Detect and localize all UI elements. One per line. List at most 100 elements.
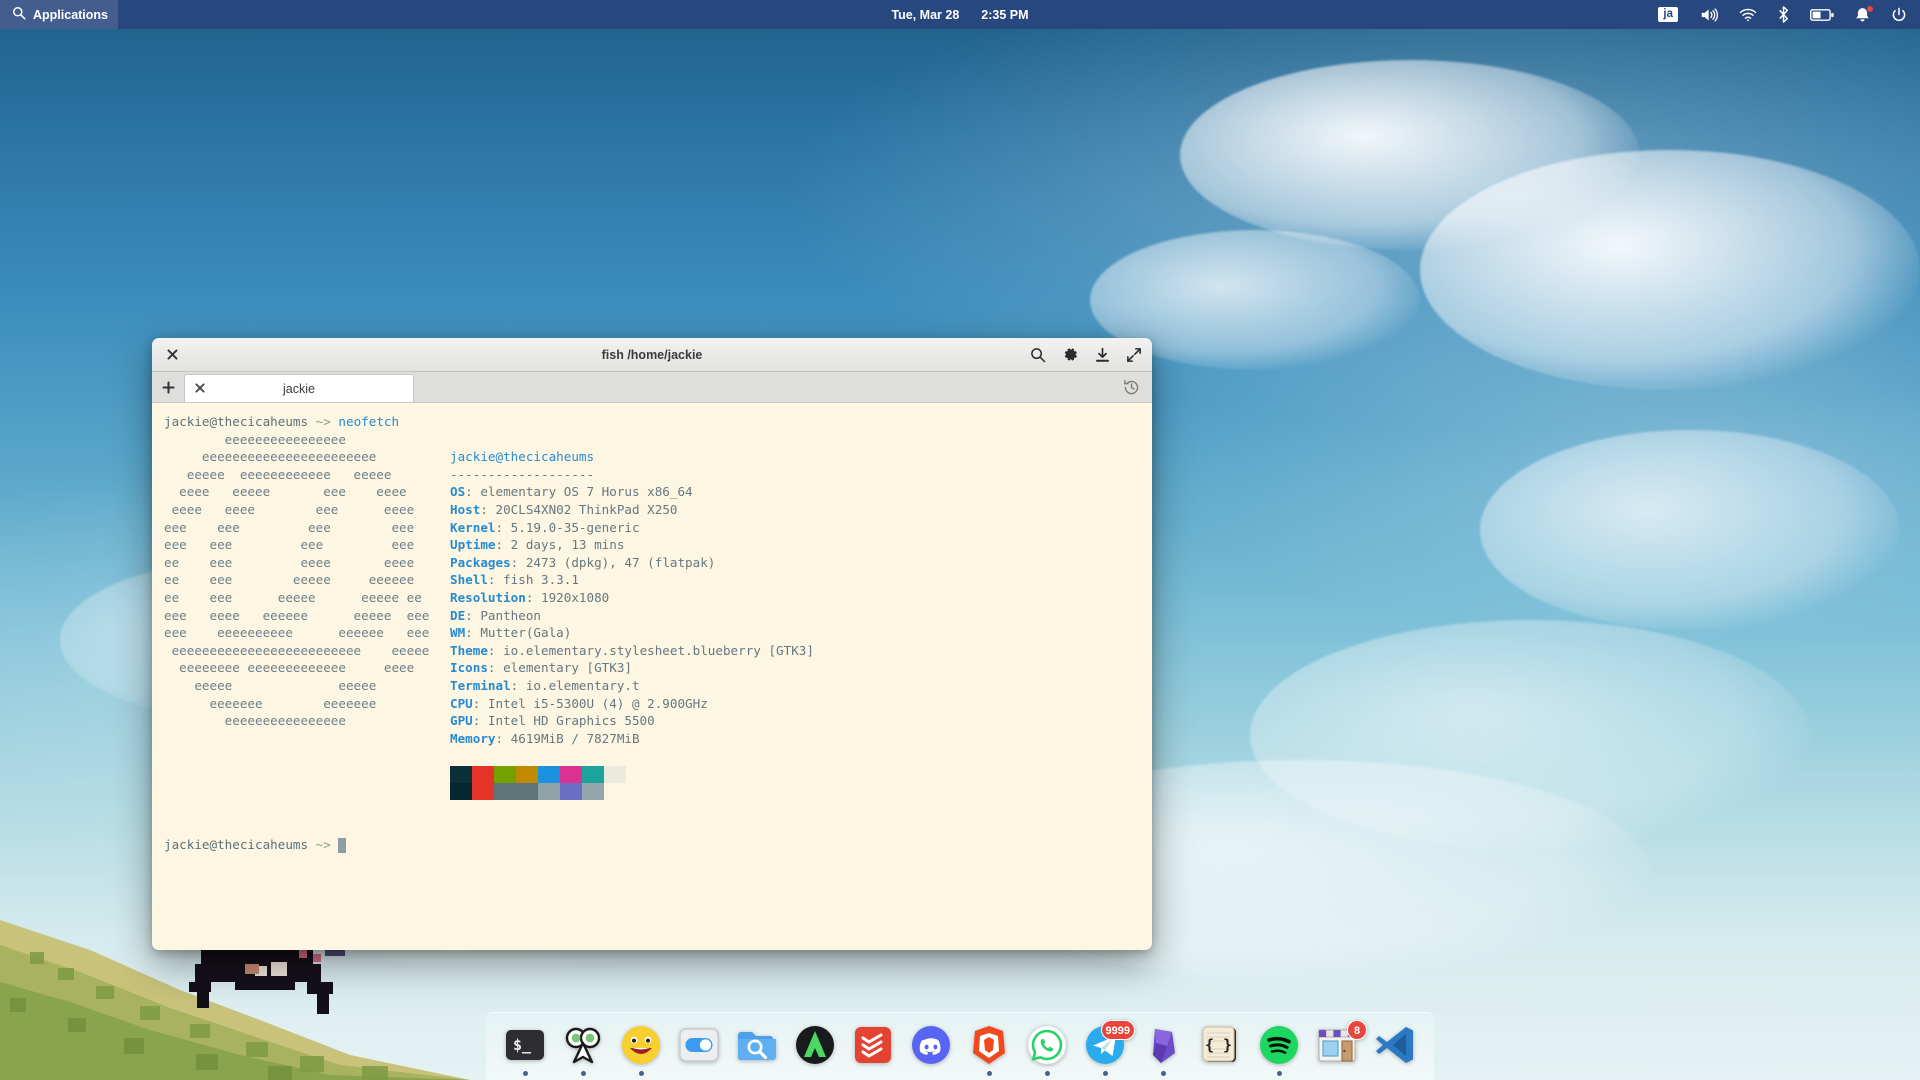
keyboard-layout-label: ja (1658, 6, 1678, 23)
dock-item-spotify[interactable] (1256, 1018, 1302, 1076)
plus-icon[interactable] (152, 372, 184, 402)
neofetch-field-key: OS (450, 484, 466, 500)
terminal-titlebar[interactable]: fish /home/jackie (152, 338, 1152, 372)
neofetch-field-value: : Intel i5-5300U (4) @ 2.900GHz (472, 695, 708, 711)
titlebar-actions (1030, 346, 1142, 363)
panel-time: 2:35 PM (981, 7, 1029, 22)
dock-item-whatsapp[interactable] (1024, 1018, 1070, 1076)
neofetch-field: Terminal: io.elementary.t (450, 677, 1152, 695)
block-cursor (337, 837, 346, 853)
volume-high-icon[interactable] (1693, 0, 1726, 29)
appcenter-icon: 8 (1315, 1020, 1367, 1067)
power-icon[interactable] (1884, 0, 1914, 29)
neofetch-field: Kernel: 5.19.0-35-generic (450, 519, 1152, 537)
close-icon[interactable] (163, 346, 181, 364)
search-icon[interactable] (1030, 347, 1046, 363)
palette-swatch (560, 766, 582, 784)
neofetch-field-value: : 5.19.0-35-generic (495, 519, 640, 535)
typed-command: neofetch (338, 414, 400, 429)
neofetch-field-key: GPU (450, 713, 473, 729)
neofetch-field-value: : Intel HD Graphics 5500 (472, 713, 655, 729)
spotify-icon (1257, 1023, 1301, 1067)
braces-icon: { } (1199, 1023, 1243, 1067)
palette-row-bright (450, 766, 1152, 784)
neofetch-field-key: Kernel (450, 519, 496, 535)
palette-swatch (450, 766, 472, 784)
folder-search-icon (735, 1023, 779, 1067)
dock-item-gem-app[interactable] (1140, 1018, 1186, 1076)
terminal-window: fish /home/jackie jackie jackie@thecicah… (152, 338, 1152, 950)
brave-icon (967, 1023, 1011, 1067)
neofetch-field-key: Shell (450, 572, 488, 588)
gear-icon[interactable] (1062, 346, 1079, 363)
neofetch-field: Memory: 4619MiB / 7827MiB (450, 730, 1152, 748)
neofetch-field-value: : elementary OS 7 Horus x86_64 (465, 484, 693, 500)
cloud (1480, 430, 1900, 630)
dock-item-appcenter[interactable]: 8 (1314, 1018, 1367, 1076)
applications-label: Applications (33, 7, 109, 22)
dock-item-todoist[interactable] (850, 1018, 896, 1076)
dock-item-discord[interactable] (908, 1018, 954, 1076)
neofetch-field-value: : Pantheon (465, 607, 541, 623)
download-icon[interactable] (1095, 347, 1110, 363)
close-icon[interactable] (195, 382, 205, 395)
neofetch-field-key: Terminal (450, 677, 511, 693)
dock-item-telegram[interactable]: 9999 (1082, 1018, 1135, 1076)
search-icon (12, 6, 26, 23)
neofetch-field-key: CPU (450, 695, 473, 711)
wifi-icon[interactable] (1732, 0, 1764, 29)
palette-swatch (472, 783, 494, 801)
neofetch-color-palette (450, 766, 1152, 801)
neofetch-field-value: : fish 3.3.1 (487, 572, 579, 588)
dock-item-brave[interactable] (966, 1018, 1012, 1076)
neofetch-field-value: : 2 days, 13 mins (495, 537, 625, 553)
neofetch-field: WM: Mutter(Gala) (450, 624, 1152, 642)
owl-icon (561, 1023, 605, 1067)
neofetch-user-host: jackie@thecicaheums (450, 449, 595, 465)
palette-swatch (450, 783, 472, 801)
applications-menu-button[interactable]: Applications (0, 0, 119, 29)
todoist-icon (851, 1023, 895, 1067)
discord-icon (909, 1023, 953, 1067)
dock-item-nordvpn[interactable] (792, 1018, 838, 1076)
palette-swatch (604, 783, 626, 801)
palette-swatch (516, 766, 538, 784)
battery-half-icon[interactable] (1803, 0, 1841, 29)
notifications-indicator[interactable] (1847, 0, 1878, 29)
dock-item-files[interactable] (734, 1018, 780, 1076)
panel-tray: ja (1649, 0, 1914, 29)
dock-item-vscode[interactable] (1372, 1018, 1418, 1076)
panel-date: Tue, Mar 28 (891, 7, 960, 22)
neofetch-field: Packages: 2473 (dpkg), 47 (flatpak) (450, 554, 1152, 572)
neofetch-field-value: : io.elementary.t (510, 677, 640, 693)
palette-swatch (516, 783, 538, 801)
neofetch-field: Theme: io.elementary.stylesheet.blueberr… (450, 642, 1152, 660)
keyboard-layout-indicator[interactable]: ja (1649, 0, 1687, 29)
neofetch-field-value: : 4619MiB / 7827MiB (495, 730, 640, 746)
top-panel: Applications Tue, Mar 28 2:35 PM ja (0, 0, 1920, 29)
vscode-icon (1373, 1023, 1417, 1067)
terminal-output-area[interactable]: jackie@thecicaheums ~> neofetch eeeeeeee… (152, 403, 1152, 950)
dock-item-code-notes[interactable]: { } (1198, 1018, 1244, 1076)
dock-item-emoji[interactable] (618, 1018, 664, 1076)
dock-running-indicator (986, 1071, 992, 1076)
panel-clock[interactable]: Tue, Mar 28 2:35 PM (891, 8, 1028, 22)
neofetch-field-list: OS: elementary OS 7 Horus x86_64 Host: 20… (450, 483, 1152, 747)
neofetch-field-key: Memory (450, 730, 496, 746)
neofetch-field: Icons: elementary [GTK3] (450, 659, 1152, 677)
palette-swatch (472, 766, 494, 784)
bluetooth-icon[interactable] (1770, 0, 1797, 29)
dock-item-terminal[interactable]: $_ (502, 1018, 548, 1076)
prompt-arrow: ~> (315, 414, 331, 429)
terminal-tab[interactable]: jackie (184, 374, 414, 402)
history-icon[interactable] (1123, 372, 1140, 403)
neofetch-field: OS: elementary OS 7 Horus x86_64 (450, 483, 1152, 501)
neofetch-field-value: : io.elementary.stylesheet.blueberry [GT… (487, 642, 814, 658)
dock-badge: 9999 (1100, 1020, 1135, 1040)
dock-item-owl-app[interactable] (560, 1018, 606, 1076)
shell-prompt: jackie@thecicaheums (164, 837, 309, 853)
nordvpn-icon (793, 1023, 837, 1067)
palette-swatch (560, 783, 582, 801)
fullscreen-icon[interactable] (1126, 347, 1142, 363)
dock-item-settings[interactable] (676, 1018, 722, 1076)
